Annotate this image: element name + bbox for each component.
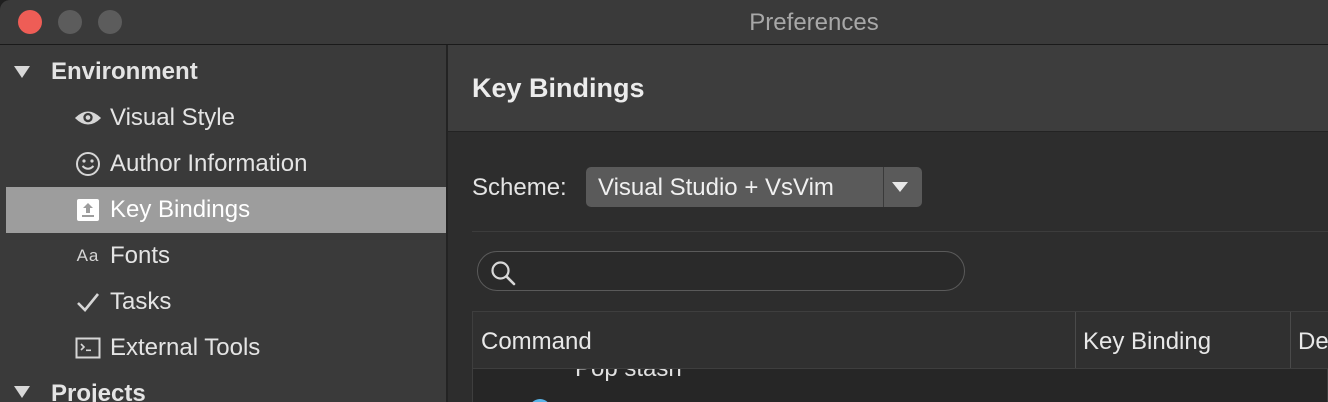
sidebar-section-label: Projects — [51, 380, 146, 402]
eye-icon — [74, 104, 102, 132]
column-divider[interactable] — [1290, 312, 1291, 368]
sidebar-item-label: Fonts — [110, 242, 171, 269]
main-panel: Key Bindings Scheme: Visual Studio + VsV… — [448, 45, 1328, 402]
key-bindings-table[interactable]: Command Key Binding De Pop stash — [472, 311, 1328, 402]
column-header-key-binding[interactable]: Key Binding — [1083, 328, 1211, 356]
disclosure-triangle-icon — [14, 386, 30, 398]
fonts-icon: Aa — [74, 242, 102, 270]
sidebar-item-key-bindings[interactable]: Key Bindings — [6, 187, 446, 233]
fonts-icon-glyph: Aa — [76, 246, 100, 265]
sidebar-item-label: Visual Style — [110, 104, 235, 131]
preferences-window: Preferences Environment Visual Style Aut… — [0, 0, 1328, 402]
sidebar-item-label: Key Bindings — [110, 196, 251, 223]
sidebar-item-fonts[interactable]: Aa Fonts — [6, 233, 446, 279]
sidebar-item-tasks[interactable]: Tasks — [6, 279, 446, 325]
search-input[interactable] — [477, 251, 965, 291]
title-bar: Preferences — [0, 0, 1328, 45]
table-header: Command Key Binding De — [473, 312, 1328, 369]
sidebar: Environment Visual Style Author Informat… — [0, 45, 448, 402]
chevron-down-icon — [892, 182, 908, 192]
sidebar-item-label: Author Information — [110, 150, 308, 177]
column-divider[interactable] — [1075, 312, 1076, 368]
column-header-command[interactable]: Command — [481, 328, 592, 356]
smiley-icon — [74, 150, 102, 178]
table-row[interactable]: Pop stash — [575, 369, 682, 383]
checkmark-icon — [74, 288, 102, 316]
sidebar-item-label: Tasks — [110, 288, 172, 315]
scheme-label: Scheme: — [472, 174, 567, 201]
dropdown-divider — [883, 167, 884, 207]
scheme-dropdown[interactable]: Visual Studio + VsVim — [586, 167, 922, 207]
sidebar-item-external-tools[interactable]: External Tools — [6, 325, 446, 371]
page-title: Key Bindings — [472, 73, 645, 103]
sidebar-item-label: External Tools — [110, 334, 261, 361]
key-bindings-icon — [74, 196, 102, 224]
panel-header: Key Bindings — [448, 45, 1328, 132]
column-header-description[interactable]: De — [1298, 328, 1328, 356]
disclosure-triangle-icon — [14, 66, 30, 78]
sidebar-item-visual-style[interactable]: Visual Style — [6, 95, 446, 141]
scheme-value: Visual Studio + VsVim — [598, 174, 834, 201]
divider — [472, 231, 1328, 232]
sidebar-section-projects[interactable]: Projects — [6, 371, 446, 402]
search-icon — [490, 260, 516, 291]
sidebar-item-author-information[interactable]: Author Information — [6, 141, 446, 187]
sidebar-section-environment[interactable]: Environment — [6, 49, 446, 95]
terminal-icon — [74, 334, 102, 362]
sidebar-section-label: Environment — [51, 58, 198, 85]
window-title: Preferences — [749, 9, 879, 36]
table-body: Pop stash — [473, 369, 1328, 402]
